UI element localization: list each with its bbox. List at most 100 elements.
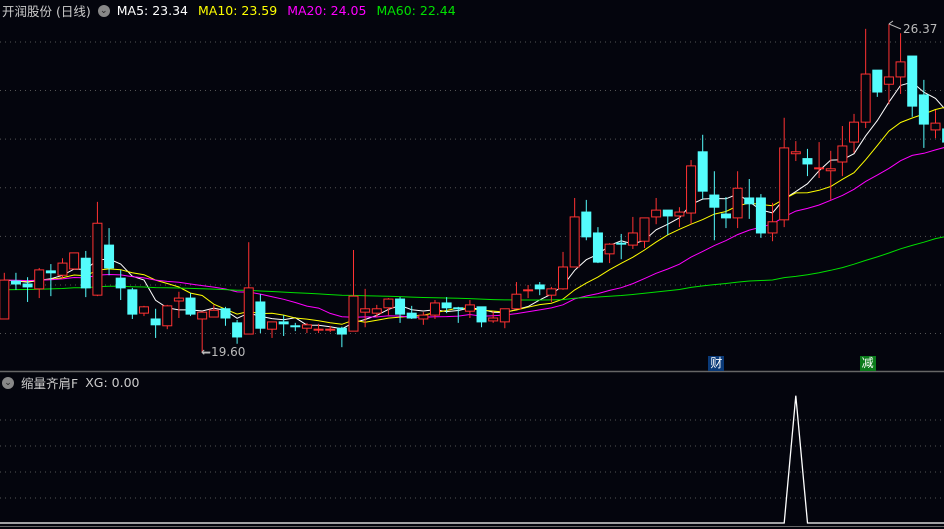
indicator-value: XG: 0.00 xyxy=(85,375,140,390)
candle xyxy=(814,142,825,179)
chart-header: 开润股份 (日线) ⌄ MA5: 23.34 MA10: 23.59 MA20: 2… xyxy=(2,1,456,20)
candle-body xyxy=(383,298,394,309)
candle-body xyxy=(627,232,638,246)
candle xyxy=(534,282,545,296)
stock-chart[interactable] xyxy=(0,0,944,529)
candle-body xyxy=(336,327,347,335)
candle xyxy=(34,267,45,299)
candle xyxy=(627,216,638,249)
ma60-line xyxy=(4,236,944,301)
candle xyxy=(825,150,836,200)
candle xyxy=(849,113,860,153)
candle-body xyxy=(720,213,731,219)
candle-body xyxy=(278,321,289,325)
candle xyxy=(429,300,440,319)
candle-body xyxy=(895,61,906,78)
candle-body xyxy=(395,298,406,315)
candle-body xyxy=(45,270,56,274)
candle xyxy=(930,110,941,139)
candle-body xyxy=(220,308,231,319)
candle-body xyxy=(779,147,790,221)
candle-body xyxy=(604,243,615,255)
candle xyxy=(220,306,231,326)
candle xyxy=(907,55,918,117)
candle-body xyxy=(418,314,429,320)
candle xyxy=(779,117,790,228)
candle-body xyxy=(767,221,778,234)
candle-body xyxy=(232,322,243,338)
candle xyxy=(243,242,254,335)
event-tag-1[interactable]: 减 xyxy=(859,356,876,371)
candle xyxy=(592,227,603,264)
candle xyxy=(499,308,510,329)
chevron-down-icon[interactable]: ⌄ xyxy=(2,376,14,389)
indicator-header: ⌄ 缩量齐肩F XG: 0.00 xyxy=(2,373,139,392)
candle-body xyxy=(732,187,743,219)
candle xyxy=(162,304,173,330)
candle-body xyxy=(790,151,801,155)
candle xyxy=(488,311,499,323)
candle-body xyxy=(197,311,208,320)
candle-body xyxy=(162,305,173,327)
candle-body xyxy=(639,217,650,242)
ma-label-1: MA10: 23.59 xyxy=(198,3,278,18)
ma-label-3: MA60: 22.44 xyxy=(376,3,456,18)
candle-body xyxy=(173,297,184,302)
candle-body xyxy=(546,288,557,296)
candle xyxy=(476,306,487,328)
high-marker-arrow xyxy=(888,20,902,30)
candle xyxy=(80,250,91,298)
chevron-down-icon[interactable]: ⌄ xyxy=(97,4,110,17)
candle-body xyxy=(57,262,68,276)
candle-body xyxy=(849,121,860,143)
candle-body xyxy=(208,309,219,318)
candle-body xyxy=(150,318,161,326)
candle xyxy=(127,287,138,319)
ma-label-2: MA20: 24.05 xyxy=(287,3,367,18)
candle-body xyxy=(464,304,475,312)
candle xyxy=(709,171,720,241)
candle-body xyxy=(348,295,359,332)
candle xyxy=(232,319,243,344)
candle-body xyxy=(429,302,440,316)
candle xyxy=(860,28,871,128)
candle xyxy=(837,126,848,177)
low-price-label: ←19.60 xyxy=(201,345,246,359)
candle xyxy=(744,179,755,219)
candle-body xyxy=(10,280,21,285)
candle xyxy=(581,199,592,241)
candle-body xyxy=(34,269,45,290)
event-tag-0[interactable]: 财 xyxy=(708,356,725,371)
candle xyxy=(173,291,184,319)
candle xyxy=(348,249,359,332)
candle xyxy=(104,228,115,276)
candle xyxy=(674,207,685,228)
candle-body xyxy=(907,55,918,107)
candle-body xyxy=(290,325,301,328)
candle-body xyxy=(138,306,149,314)
candle xyxy=(371,304,382,318)
candle-body xyxy=(674,211,685,217)
candle-body xyxy=(360,308,371,313)
candle xyxy=(69,252,80,270)
candle-body xyxy=(104,244,115,269)
high-price-label: 26.37 xyxy=(903,22,938,36)
candle xyxy=(267,321,278,338)
candle xyxy=(732,171,743,229)
candle-body xyxy=(267,321,278,330)
candle-body xyxy=(313,328,324,331)
candle xyxy=(802,148,813,177)
candle xyxy=(616,233,627,260)
candle-body xyxy=(22,283,33,288)
candle xyxy=(10,272,21,290)
candle xyxy=(290,322,301,332)
candle xyxy=(686,160,697,225)
candle-body xyxy=(441,302,452,309)
candle xyxy=(395,297,406,323)
candle-body xyxy=(814,167,825,170)
candle-body xyxy=(69,252,80,270)
candle-body xyxy=(185,297,196,315)
candle-body xyxy=(488,317,499,322)
ma20-line xyxy=(4,147,944,318)
candle-body xyxy=(453,307,464,310)
